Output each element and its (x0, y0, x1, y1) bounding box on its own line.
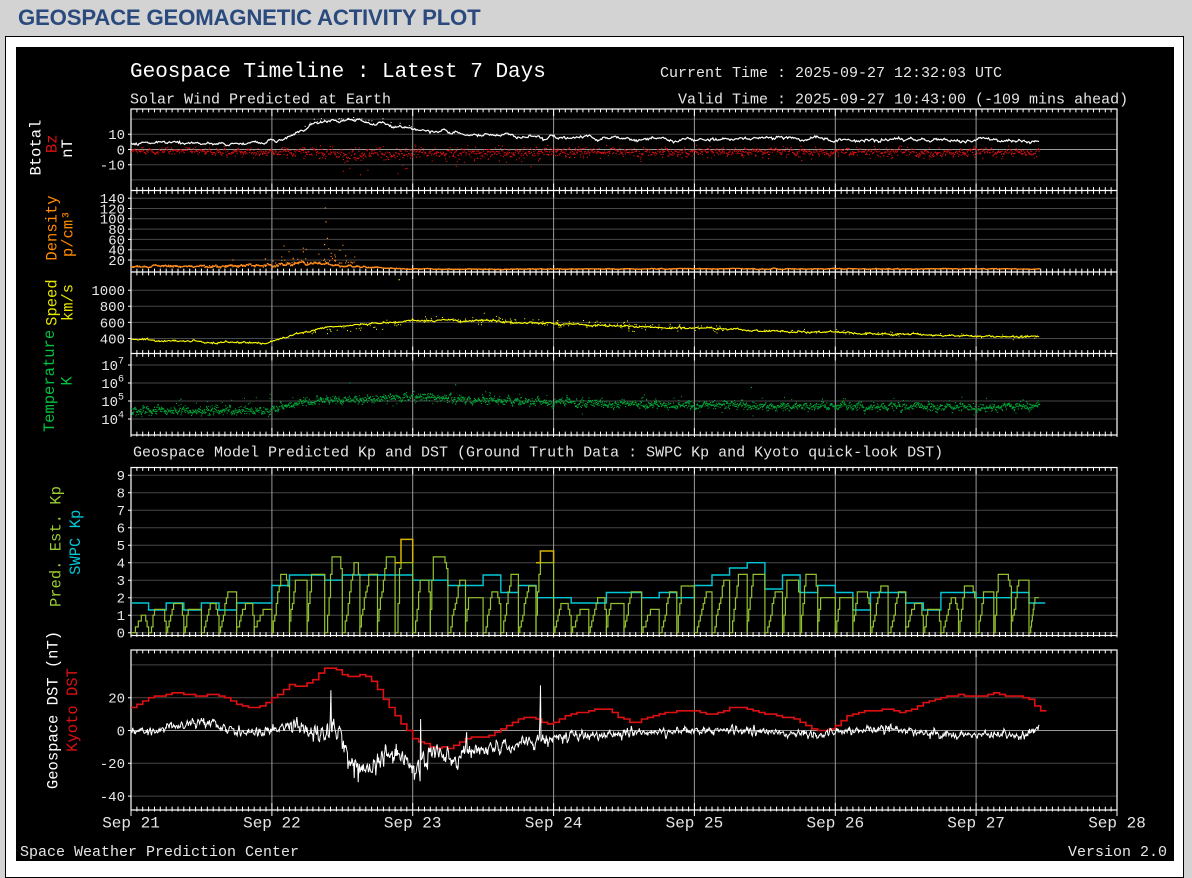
svg-text:10: 10 (101, 377, 118, 393)
svg-text:5: 5 (117, 539, 125, 555)
svg-text:nT: nT (59, 139, 77, 158)
svg-text:8: 8 (117, 487, 125, 503)
svg-text:0: 0 (117, 143, 125, 159)
svg-text:3: 3 (117, 574, 125, 590)
svg-text:Sep 26: Sep 26 (806, 815, 864, 833)
svg-text:10: 10 (101, 359, 118, 375)
svg-text:800: 800 (100, 300, 125, 316)
svg-text:Geospace Timeline : Latest 7 D: Geospace Timeline : Latest 7 Days (130, 61, 546, 84)
svg-text:p/cm³: p/cm³ (60, 211, 78, 258)
svg-text:2: 2 (117, 592, 125, 608)
svg-text:20: 20 (108, 692, 125, 708)
svg-text:Geospace Model Predicted Kp an: Geospace Model Predicted Kp and DST (Gro… (133, 445, 943, 462)
svg-text:Sep 23: Sep 23 (384, 815, 442, 833)
svg-text:400: 400 (100, 332, 125, 348)
svg-text:km/s: km/s (60, 284, 78, 321)
svg-text:10: 10 (108, 128, 125, 144)
svg-text:Sep 28: Sep 28 (1088, 815, 1146, 833)
svg-text:Sep 24: Sep 24 (525, 815, 583, 833)
svg-text:1000: 1000 (91, 284, 125, 300)
svg-text:Pred. Est. Kp: Pred. Est. Kp (48, 486, 66, 607)
svg-text:6: 6 (118, 375, 124, 386)
svg-text:SWPC Kp: SWPC Kp (67, 510, 85, 575)
svg-text:Sep 21: Sep 21 (102, 815, 160, 833)
svg-text:4: 4 (118, 411, 124, 422)
svg-text:9: 9 (117, 469, 125, 485)
svg-text:Version 2.0: Version 2.0 (1068, 844, 1167, 861)
svg-text:5: 5 (118, 393, 124, 404)
svg-text:0: 0 (117, 627, 125, 643)
svg-text:600: 600 (100, 316, 125, 332)
svg-text:6: 6 (117, 522, 125, 538)
svg-text:K: K (59, 376, 77, 386)
svg-text:Space Weather Prediction Cente: Space Weather Prediction Center (20, 844, 299, 861)
svg-text:4: 4 (117, 557, 125, 573)
svg-text:Kyoto DST: Kyoto DST (64, 668, 82, 752)
svg-text:Temperature: Temperature (41, 330, 59, 432)
svg-text:Solar Wind Predicted at Earth: Solar Wind Predicted at Earth (130, 92, 391, 109)
svg-text:1: 1 (117, 609, 125, 625)
svg-text:10: 10 (101, 395, 118, 411)
svg-text:10: 10 (101, 413, 118, 429)
svg-text:Current Time : 2025-09-27 12:3: Current Time : 2025-09-27 12:32:03 UTC (660, 65, 1002, 82)
svg-text:Sep 25: Sep 25 (666, 815, 724, 833)
svg-text:Geospace DST (nT): Geospace DST (nT) (45, 631, 63, 789)
svg-text:Valid Time : 2025-09-27 10:43:: Valid Time : 2025-09-27 10:43:00 (-109 m… (678, 92, 1128, 109)
svg-text:140: 140 (100, 192, 125, 208)
svg-text:Sep 22: Sep 22 (243, 815, 301, 833)
svg-text:-20: -20 (100, 757, 125, 773)
svg-text:Sep 27: Sep 27 (947, 815, 1005, 833)
svg-text:0: 0 (117, 724, 125, 740)
svg-text:7: 7 (118, 357, 124, 368)
svg-text:-10: -10 (100, 159, 125, 175)
svg-text:-40: -40 (100, 790, 125, 806)
svg-text:7: 7 (117, 504, 125, 520)
